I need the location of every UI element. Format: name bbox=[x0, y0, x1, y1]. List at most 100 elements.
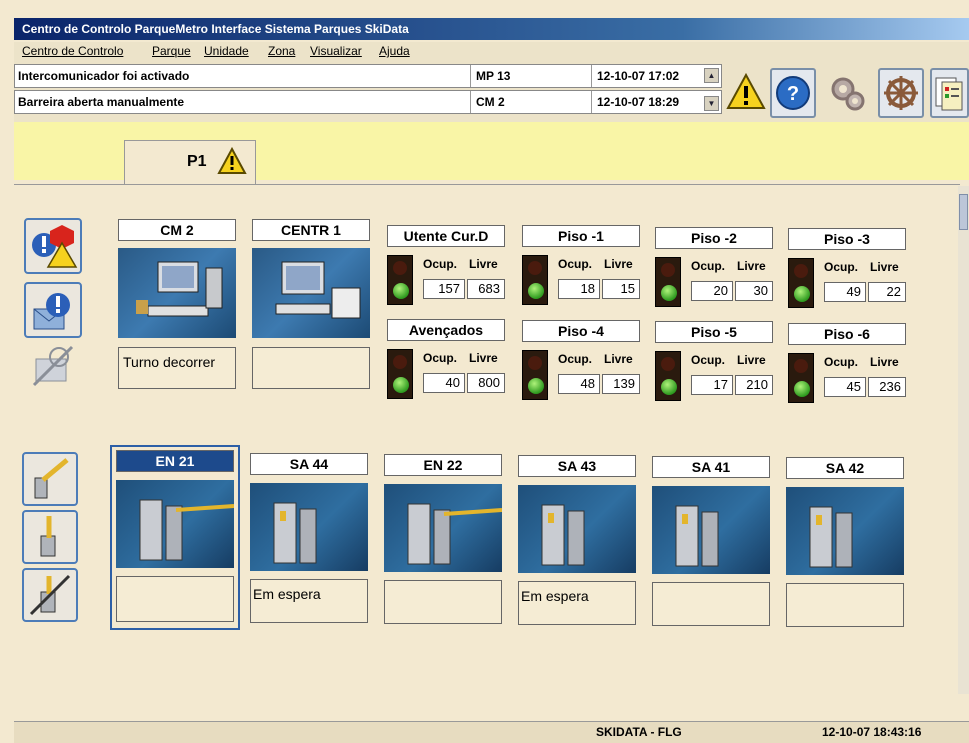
ocup-label: Ocup. bbox=[558, 352, 593, 366]
livre-value: 139 bbox=[602, 374, 640, 394]
scroll-up-button[interactable]: ▲ bbox=[704, 68, 719, 83]
status-bar: SKIDATA - FLG 12-10-07 18:43:16 bbox=[14, 721, 969, 743]
barrier-image bbox=[518, 485, 636, 573]
barrier-raise-button[interactable] bbox=[22, 510, 78, 564]
counter-title: Utente Cur.D bbox=[387, 225, 505, 247]
barrier-image bbox=[652, 486, 770, 574]
barrier-open-button[interactable] bbox=[22, 452, 78, 506]
barrier-name: SA 42 bbox=[786, 457, 904, 479]
menu-unidade[interactable]: Unidade bbox=[204, 44, 249, 58]
counter-title: Piso -1 bbox=[522, 225, 640, 247]
livre-label: Livre bbox=[870, 355, 899, 369]
traffic-light-icon bbox=[522, 350, 548, 400]
livre-value: 800 bbox=[467, 373, 505, 393]
disabled-message-button[interactable] bbox=[24, 336, 82, 392]
warning-icon bbox=[217, 147, 247, 174]
barrier-image bbox=[384, 484, 502, 572]
svg-text:?: ? bbox=[787, 83, 799, 105]
alarm-row[interactable]: Barreira aberta manualmente CM 2 12-10-0… bbox=[14, 90, 722, 114]
alarm-warning-icon[interactable] bbox=[726, 72, 766, 112]
barrier-image bbox=[786, 487, 904, 575]
tab-label: P1 bbox=[187, 153, 207, 170]
livre-label: Livre bbox=[737, 259, 766, 273]
barrier-status: Em espera bbox=[518, 581, 636, 625]
control-button[interactable] bbox=[878, 68, 924, 118]
ocup-label: Ocup. bbox=[691, 259, 726, 273]
livre-label: Livre bbox=[469, 257, 498, 271]
barrier-status: Em espera bbox=[250, 579, 368, 623]
counter-title: Piso -2 bbox=[655, 227, 773, 249]
menu-zona[interactable]: Zona bbox=[268, 44, 295, 58]
message-disabled-icon bbox=[32, 345, 74, 387]
counter-title: Piso -4 bbox=[522, 320, 640, 342]
barrier-open-icon bbox=[34, 458, 69, 499]
divider bbox=[591, 65, 592, 87]
ocup-label: Ocup. bbox=[691, 353, 726, 367]
cashier-machine-image bbox=[118, 248, 236, 338]
barrier-name: EN 22 bbox=[384, 454, 502, 476]
ocup-value: 40 bbox=[423, 373, 465, 393]
gears-icon bbox=[831, 77, 865, 111]
ocup-value: 45 bbox=[824, 377, 866, 397]
ocup-label: Ocup. bbox=[558, 257, 593, 271]
alarm-message: Intercomunicador foi activado bbox=[18, 69, 190, 83]
wheel-icon bbox=[884, 76, 918, 110]
ocup-label: Ocup. bbox=[824, 355, 859, 369]
status-clock: 12-10-07 18:43:16 bbox=[822, 725, 922, 739]
livre-value: 30 bbox=[735, 281, 773, 301]
system-name: SKIDATA - FLG bbox=[596, 725, 682, 739]
barrier-name: SA 44 bbox=[250, 453, 368, 475]
documents-icon bbox=[935, 77, 962, 111]
menu-bar: Centro de Controlo Parque Unidade Zona V… bbox=[14, 42, 969, 62]
ocup-value: 20 bbox=[691, 281, 733, 301]
ocup-value: 157 bbox=[423, 279, 465, 299]
alarm-time: 12-10-07 18:29 bbox=[597, 95, 680, 109]
barrier-name: SA 41 bbox=[652, 456, 770, 478]
ocup-label: Ocup. bbox=[824, 260, 859, 274]
message-alert-button[interactable] bbox=[24, 282, 82, 338]
help-button[interactable]: ? bbox=[770, 68, 816, 118]
ocup-value: 18 bbox=[558, 279, 600, 299]
ocup-label: Ocup. bbox=[423, 351, 458, 365]
traffic-light-icon bbox=[655, 351, 681, 401]
traffic-light-icon bbox=[387, 349, 413, 399]
counter-title: Piso -6 bbox=[788, 323, 906, 345]
livre-label: Livre bbox=[737, 353, 766, 367]
alarm-stop-button[interactable] bbox=[24, 218, 82, 274]
alarm-unit: CM 2 bbox=[476, 95, 505, 109]
ocup-label: Ocup. bbox=[423, 257, 458, 271]
divider bbox=[470, 91, 471, 113]
livre-value: 22 bbox=[868, 282, 906, 302]
traffic-light-icon bbox=[387, 255, 413, 305]
livre-label: Livre bbox=[469, 351, 498, 365]
livre-label: Livre bbox=[604, 352, 633, 366]
menu-visualizar[interactable]: Visualizar bbox=[310, 44, 362, 58]
alarm-time: 12-10-07 17:02 bbox=[597, 69, 680, 83]
terminal-status: Turno decorrer bbox=[118, 347, 236, 389]
scrollbar-thumb[interactable] bbox=[959, 194, 968, 230]
menu-ajuda[interactable]: Ajuda bbox=[379, 44, 410, 58]
counter-title: Piso -3 bbox=[788, 228, 906, 250]
traffic-light-icon bbox=[788, 353, 814, 403]
barrier-status bbox=[786, 583, 904, 627]
tab-p1[interactable]: P1 bbox=[124, 140, 256, 184]
terminal-name: CM 2 bbox=[118, 219, 236, 241]
barrier-disable-button[interactable] bbox=[22, 568, 78, 622]
menu-centro-de-controlo[interactable]: Centro de Controlo bbox=[22, 44, 123, 58]
vertical-scrollbar[interactable] bbox=[958, 186, 969, 694]
menu-parque[interactable]: Parque bbox=[152, 44, 191, 58]
divider bbox=[591, 91, 592, 113]
barrier-image bbox=[250, 483, 368, 571]
livre-value: 236 bbox=[868, 377, 906, 397]
reports-button[interactable] bbox=[930, 68, 969, 118]
message-alert-icon bbox=[33, 293, 70, 330]
settings-button[interactable] bbox=[824, 68, 870, 118]
scroll-down-button[interactable]: ▼ bbox=[704, 96, 719, 111]
terminal-status bbox=[252, 347, 370, 389]
terminal-name: CENTR 1 bbox=[252, 219, 370, 241]
barrier-status bbox=[384, 580, 502, 624]
alarm-stop-icon bbox=[32, 225, 78, 268]
alarm-row[interactable]: Intercomunicador foi activado MP 13 12-1… bbox=[14, 64, 722, 88]
barrier-name: SA 43 bbox=[518, 455, 636, 477]
traffic-light-icon bbox=[655, 257, 681, 307]
